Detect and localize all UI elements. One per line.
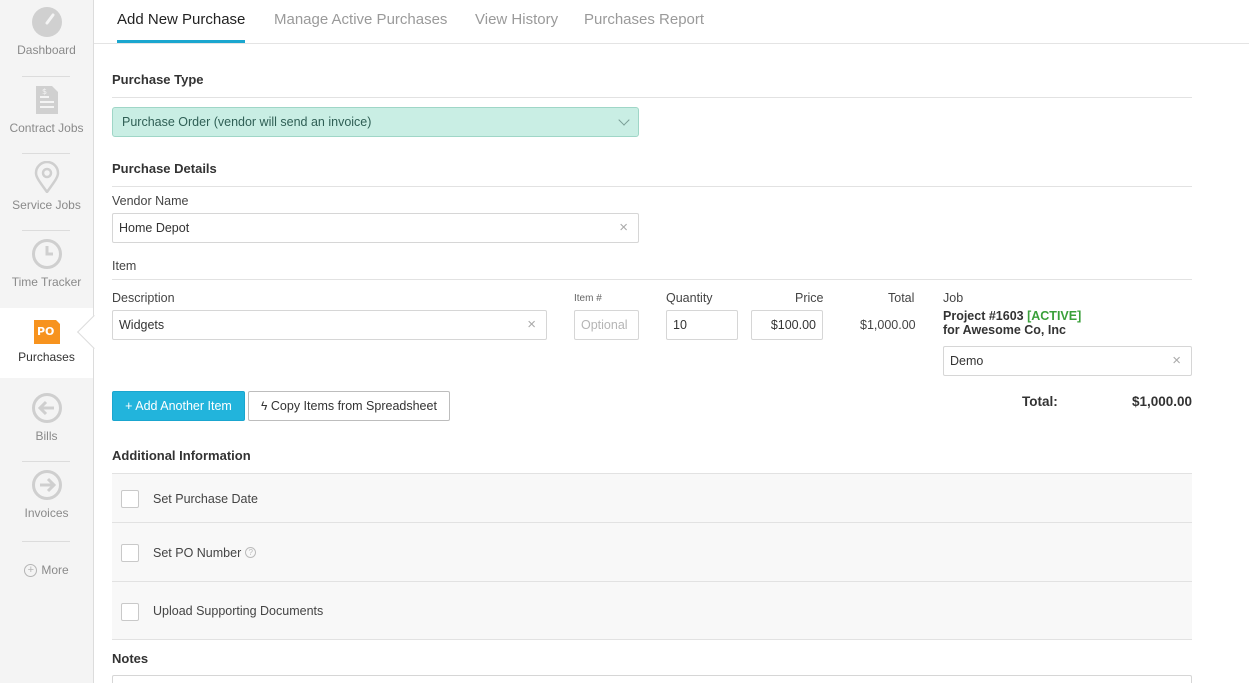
purchase-date-checkbox[interactable] <box>121 490 139 508</box>
add-another-item-button[interactable]: + Add Another Item <box>112 391 245 421</box>
arrow-right-circle-icon <box>31 470 62 500</box>
vendor-name-label: Vendor Name <box>112 194 189 208</box>
job-search-input[interactable]: Demo × <box>943 346 1192 376</box>
copy-from-spreadsheet-button[interactable]: ϟ Copy Items from Spreadsheet <box>248 391 450 421</box>
job-client: for Awesome Co, Inc <box>943 323 1066 337</box>
sidebar-item-label: Purchases <box>18 350 75 364</box>
po-number-checkbox[interactable] <box>121 544 139 562</box>
sidebar-more[interactable]: + More <box>0 563 93 577</box>
purchase-type-title: Purchase Type <box>112 72 204 87</box>
vendor-name-input[interactable]: Home Depot × <box>112 213 639 243</box>
arrow-left-circle-icon <box>31 393 62 423</box>
copy-button-label: Copy Items from Spreadsheet <box>270 399 437 413</box>
svg-text:$: $ <box>42 87 47 96</box>
job-project-number: Project #1603 <box>943 309 1024 323</box>
sidebar-item-label: Dashboard <box>17 43 76 57</box>
purchase-details-title: Purchase Details <box>112 161 217 176</box>
sidebar-item-label: Invoices <box>24 506 69 520</box>
line-total: $1,000.00 <box>860 318 916 332</box>
po-number-label: Set PO Number? <box>153 546 257 560</box>
purchase-date-label: Set Purchase Date <box>153 492 258 506</box>
job-search-value: Demo <box>950 354 984 368</box>
item-title: Item <box>112 259 137 273</box>
chevron-down-icon <box>618 114 630 126</box>
sidebar-item-label: Service Jobs <box>12 198 81 212</box>
clear-icon[interactable]: × <box>527 311 536 339</box>
job-header: Job <box>943 291 964 305</box>
price-input[interactable]: $100.00 <box>751 310 823 340</box>
notes-textarea[interactable] <box>112 675 1192 683</box>
item-number-header: Item # <box>574 293 602 304</box>
upload-documents-checkbox[interactable] <box>121 603 139 621</box>
option-purchase-date: Set Purchase Date <box>112 473 1192 523</box>
sidebar: Dashboard $ Contract Jobs Service Jobs T… <box>0 0 111 683</box>
sidebar-item-contract-jobs[interactable]: $ Contract Jobs <box>0 84 93 150</box>
item-number-input[interactable]: Optional <box>574 310 639 340</box>
description-value: Widgets <box>119 318 165 332</box>
grand-total-label: Total: <box>1022 394 1058 409</box>
notes-title: Notes <box>112 651 149 666</box>
description-input[interactable]: Widgets × <box>112 310 547 340</box>
purchase-type-select[interactable]: Purchase Order (vendor will send an invo… <box>112 107 639 137</box>
dollar-document-icon: $ <box>35 86 58 114</box>
tab-add-new-purchase[interactable]: Add New Purchase <box>117 0 246 44</box>
vendor-name-value: Home Depot <box>119 221 190 235</box>
tab-purchases-report[interactable]: Purchases Report <box>584 0 704 44</box>
sidebar-item-label: Contract Jobs <box>9 121 84 135</box>
tab-manage-active-purchases[interactable]: Manage Active Purchases <box>274 0 447 44</box>
po-number-text: Set PO Number <box>153 546 242 560</box>
lightning-icon: ϟ <box>261 399 268 413</box>
clear-icon[interactable]: × <box>1172 347 1181 375</box>
sidebar-item-bills[interactable]: Bills <box>0 392 93 458</box>
grand-total-value: $1,000.00 <box>1131 394 1192 409</box>
svg-text:PO: PO <box>37 325 54 338</box>
more-label: More <box>41 563 69 577</box>
job-project[interactable]: Project #1603 [ACTIVE] <box>943 309 1081 323</box>
sidebar-item-invoices[interactable]: Invoices <box>0 469 93 535</box>
sidebar-item-time-tracker[interactable]: Time Tracker <box>0 238 93 304</box>
sidebar-item-purchases[interactable]: PO Purchases <box>0 308 93 378</box>
job-status-badge: [ACTIVE] <box>1027 309 1082 323</box>
additional-info-title: Additional Information <box>112 448 251 463</box>
tab-view-history[interactable]: View History <box>475 0 558 44</box>
map-pin-icon <box>34 161 59 193</box>
option-upload-documents: Upload Supporting Documents <box>112 581 1192 640</box>
sidebar-item-label: Time Tracker <box>11 275 82 289</box>
sidebar-item-label: Bills <box>35 429 58 443</box>
description-header: Description <box>112 291 175 305</box>
sidebar-item-dashboard[interactable]: Dashboard <box>0 6 93 72</box>
purchase-type-value: Purchase Order (vendor will send an invo… <box>122 115 372 129</box>
clock-icon <box>31 239 62 269</box>
po-icon: PO <box>33 320 60 344</box>
help-icon[interactable]: ? <box>245 547 257 558</box>
clear-icon[interactable]: × <box>619 214 628 242</box>
option-po-number: Set PO Number? <box>112 522 1192 581</box>
upload-documents-label: Upload Supporting Documents <box>153 604 324 618</box>
gauge-icon <box>31 7 62 37</box>
quantity-input[interactable]: 10 <box>666 310 738 340</box>
quantity-header: Quantity <box>666 291 713 305</box>
plus-circle-icon: + <box>24 564 38 577</box>
tab-bar: Add New Purchase Manage Active Purchases… <box>94 0 1249 44</box>
total-header: Total <box>888 291 915 305</box>
sidebar-item-service-jobs[interactable]: Service Jobs <box>0 161 93 227</box>
price-header: Price <box>795 291 824 305</box>
